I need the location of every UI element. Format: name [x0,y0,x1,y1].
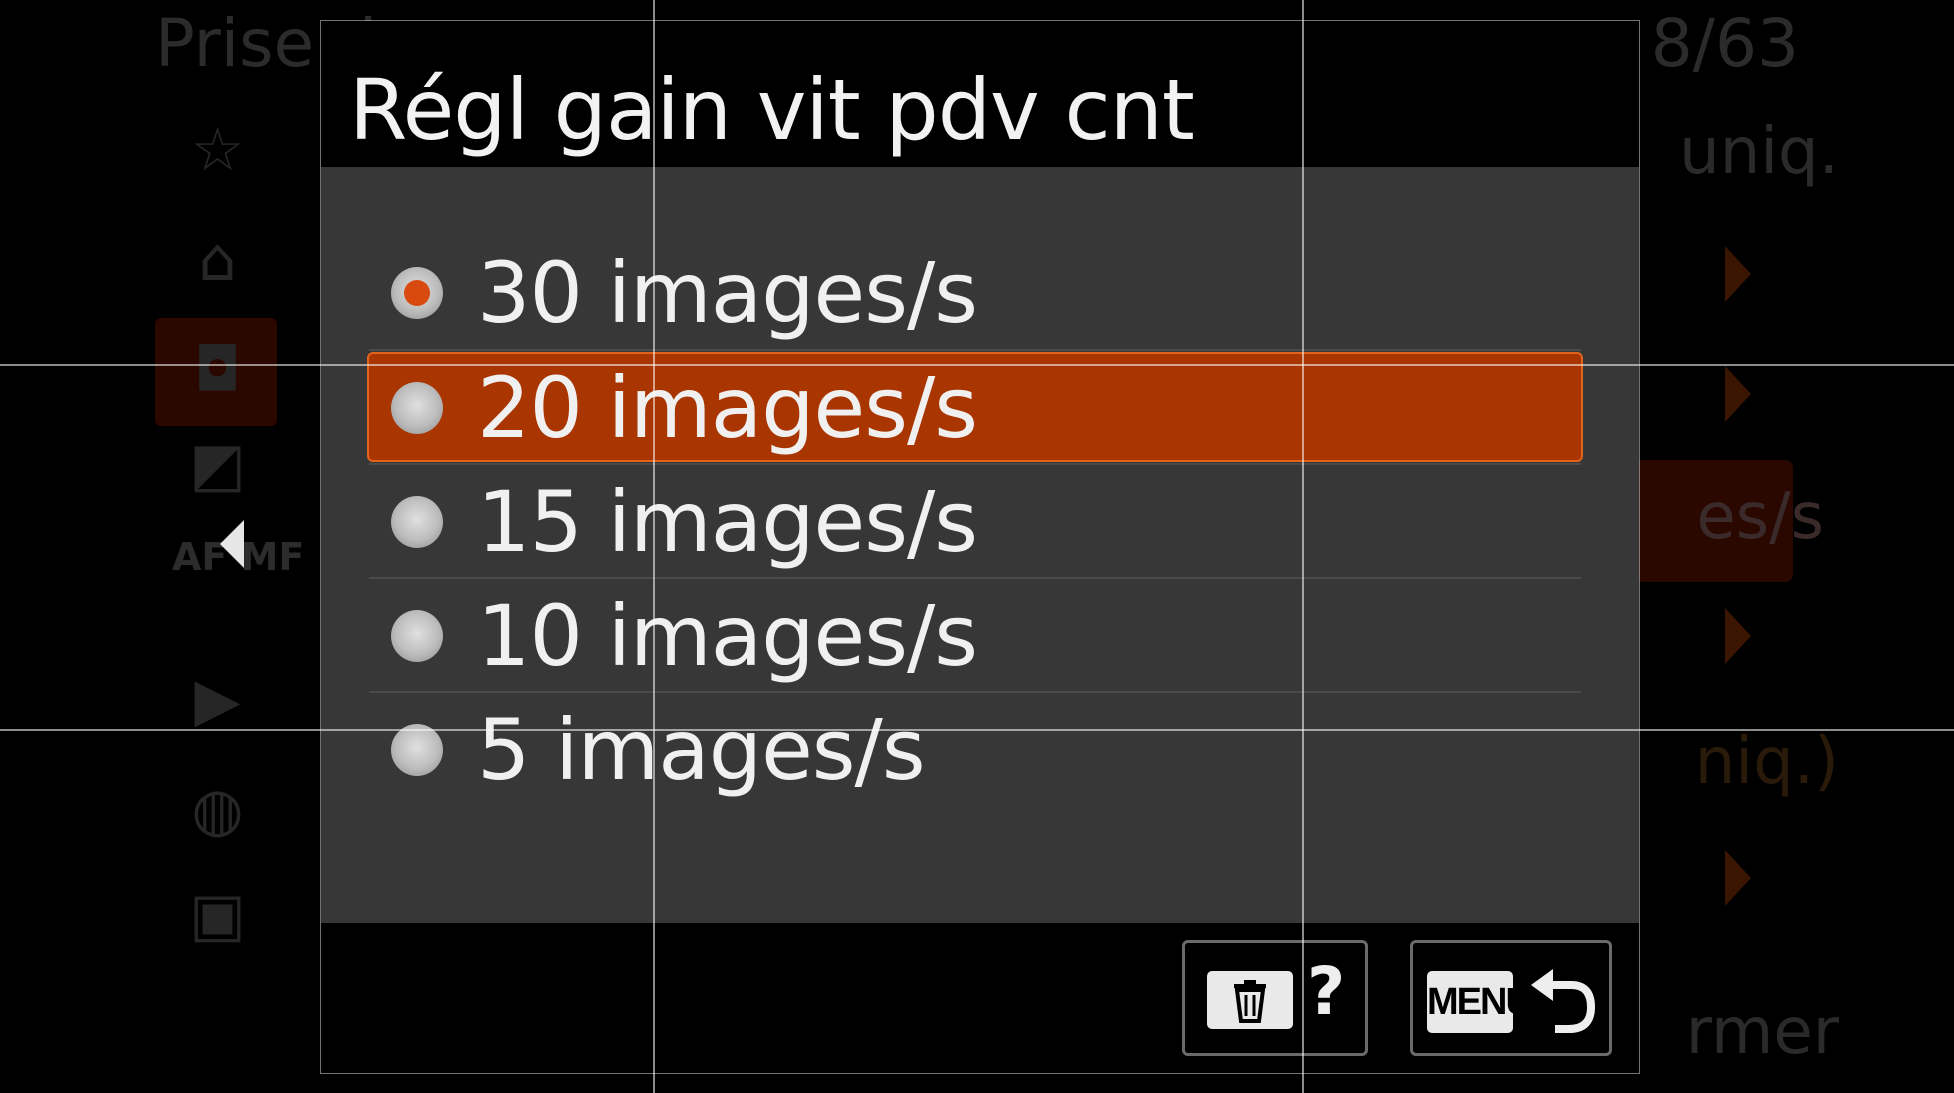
background-value-bottom: rmer [1685,995,1839,1069]
play-icon: ▶ [194,665,241,735]
globe-icon: ◍ [191,775,244,845]
person-icon: ⌂ [198,225,237,295]
background-value-selected: es/s [1696,480,1824,554]
exposure-icon: ◩ [189,430,246,500]
grid-line-vertical [1302,0,1304,1093]
background-arrow-3 [1725,608,1751,664]
grid-line-horizontal [0,729,1954,731]
grid-line-horizontal [0,364,1954,366]
background-page-counter: 8/63 [1650,5,1799,82]
left-arrow-icon[interactable] [220,520,244,568]
background-arrow-2 [1725,366,1751,422]
toolbox-icon: ▣ [189,880,246,950]
camera-icon: ◘ [193,335,242,405]
dialog-frame-guide [320,20,1640,1074]
grid-line-vertical [653,0,655,1093]
background-arrow-4 [1725,850,1751,906]
background-value-uniq2: niq.) [1694,725,1839,799]
star-icon: ☆ [190,115,245,185]
background-value-uniq: uniq. [1679,115,1839,189]
background-arrow-1 [1725,246,1751,302]
